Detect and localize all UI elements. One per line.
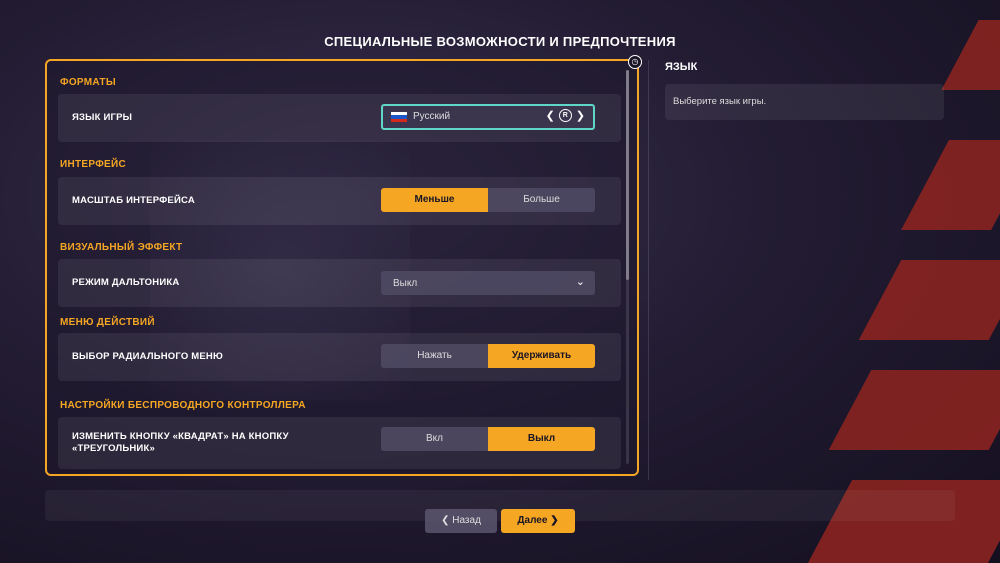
setting-row-language[interactable]: ЯЗЫК ИГРЫ Русский ❮ R ❯ [58,94,621,142]
section-title-visual-effect: ВИЗУАЛЬНЫЙ ЭФФЕКТ [60,242,183,253]
swap-square-toggle[interactable]: Вкл Выкл [381,427,595,451]
background-stripe [858,260,1000,340]
next-button[interactable]: Далее ❯ [501,509,575,533]
radial-menu-toggle[interactable]: Нажать Удерживать [381,344,595,368]
swap-off-option[interactable]: Выкл [488,427,595,451]
chevron-right-icon: ❯ [547,515,559,526]
chevron-right-icon[interactable]: ❯ [576,109,585,122]
setting-label: ИЗМЕНИТЬ КНОПКУ «КВАДРАТ» НА КНОПКУ «ТРЕ… [72,431,289,454]
clock-icon: ◷ [628,55,642,69]
footer-bar [45,490,955,521]
chevron-left-icon: ❮ [441,515,453,526]
colorblind-value: Выкл [393,278,418,289]
setting-row-ui-scale[interactable]: МАСШТАБ ИНТЕРФЕЙСА Меньше Больше [58,177,621,225]
language-select[interactable]: Русский ❮ R ❯ [381,104,595,130]
colorblind-dropdown[interactable]: Выкл ⌄ [381,271,595,295]
page-title: СПЕЦИАЛЬНЫЕ ВОЗМОЖНОСТИ И ПРЕДПОЧТЕНИЯ [324,34,676,49]
r-button-icon: R [558,109,572,122]
setting-row-swap-square[interactable]: ИЗМЕНИТЬ КНОПКУ «КВАДРАТ» НА КНОПКУ «ТРЕ… [58,417,621,469]
section-title-interface: ИНТЕРФЕЙС [60,159,127,170]
ui-scale-smaller-option[interactable]: Меньше [381,188,488,212]
back-button[interactable]: ❮ Назад [425,509,497,533]
setting-label: МАСШТАБ ИНТЕРФЕЙСА [72,195,195,206]
radial-press-option[interactable]: Нажать [381,344,488,368]
help-title: ЯЗЫК [665,61,698,73]
setting-row-radial-menu[interactable]: ВЫБОР РАДИАЛЬНОГО МЕНЮ Нажать Удерживать [58,333,621,381]
background-stripe [828,370,1000,450]
help-description: Выберите язык игры. [673,96,767,107]
background-stripe [901,140,1000,230]
chevron-left-icon[interactable]: ❮ [546,109,555,122]
section-title-action-menu: МЕНЮ ДЕЙСТВИЙ [60,317,155,328]
russian-flag-icon [391,112,407,122]
divider [648,60,649,480]
setting-label: ЯЗЫК ИГРЫ [72,112,133,123]
radial-hold-option[interactable]: Удерживать [488,344,595,368]
swap-on-option[interactable]: Вкл [381,427,488,451]
setting-label: ВЫБОР РАДИАЛЬНОГО МЕНЮ [72,351,223,362]
settings-panel: ФОРМАТЫ ЯЗЫК ИГРЫ Русский ❮ R ❯ ИНТЕРФЕЙ… [45,59,639,476]
language-value: Русский [413,111,451,122]
scrollbar-thumb[interactable] [626,70,629,280]
setting-row-colorblind[interactable]: РЕЖИМ ДАЛЬТОНИКА Выкл ⌄ [58,259,621,307]
background-stripe [941,20,1000,90]
help-box: Выберите язык игры. [665,84,944,120]
setting-label: РЕЖИМ ДАЛЬТОНИКА [72,277,180,288]
section-title-wireless-controller: НАСТРОЙКИ БЕСПРОВОДНОГО КОНТРОЛЛЕРА [60,400,306,411]
ui-scale-toggle[interactable]: Меньше Больше [381,188,595,212]
section-title-formats: ФОРМАТЫ [60,77,116,88]
chevron-down-icon: ⌄ [575,276,585,288]
ui-scale-larger-option[interactable]: Больше [488,188,595,212]
